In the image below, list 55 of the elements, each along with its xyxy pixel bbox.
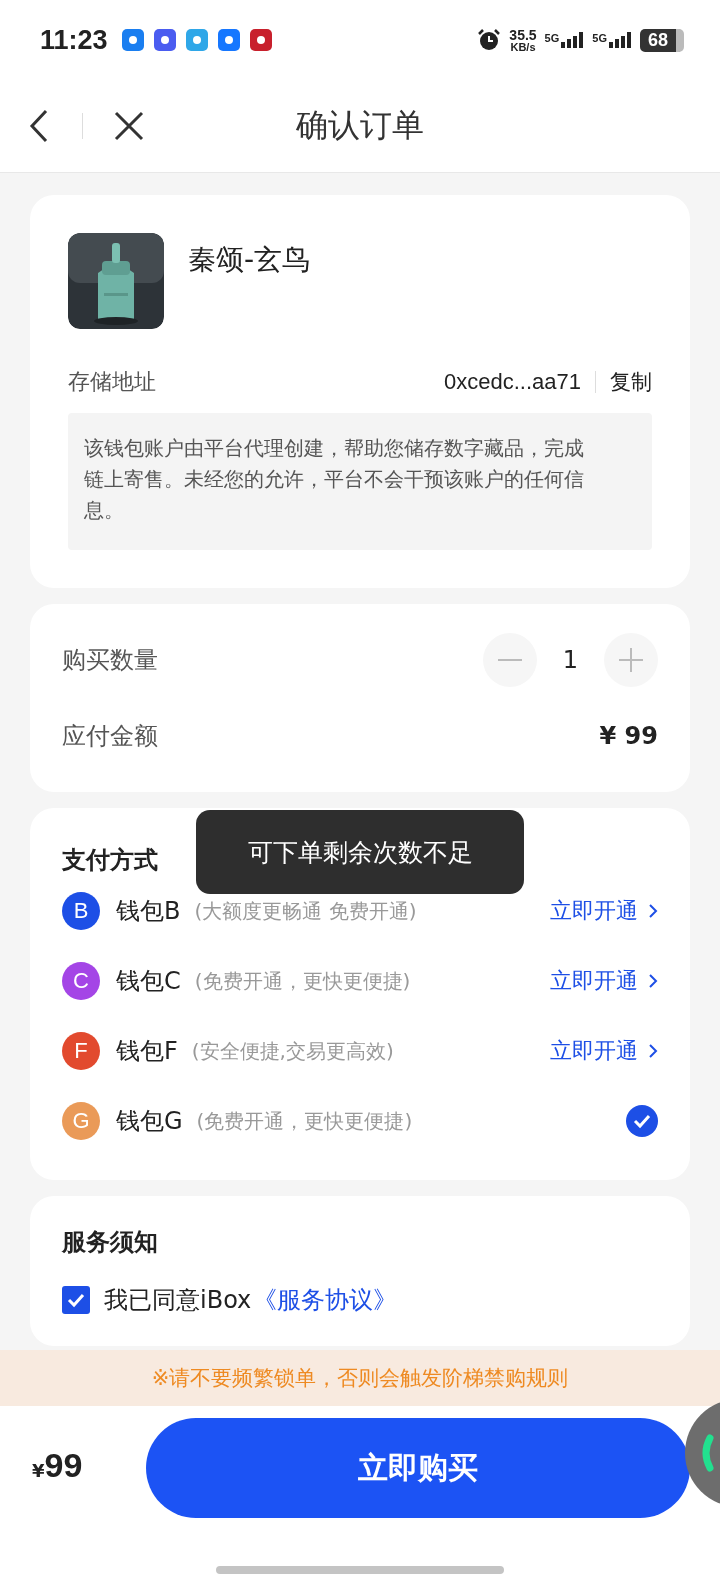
wallet-address: 0xcedc...aa71	[444, 369, 581, 395]
network-type: 5G	[544, 32, 560, 44]
toast-message: 可下单剩余次数不足	[196, 810, 524, 894]
app-notification-icon	[153, 29, 176, 51]
amount-value: ¥ 99	[599, 722, 658, 750]
wallet-name: 钱包G	[116, 1106, 183, 1137]
currency-symbol: ¥	[32, 1460, 45, 1481]
amount-label: 应付金额	[62, 721, 158, 752]
wallet-note: 该钱包账户由平台代理创建，帮助您储存数字藏品，完成链上寄售。未经您的允许，平台不会干预该账户的任何信息。	[68, 413, 652, 550]
signal-icon	[607, 32, 632, 48]
wallet-letter-icon: F	[62, 1032, 100, 1070]
speed-unit: KB/s	[510, 41, 536, 53]
wallet-letter-icon: G	[62, 1102, 100, 1140]
agreement-text: 我已同意iBox	[104, 1285, 252, 1316]
alarm-icon	[477, 28, 502, 52]
wallet-name: 钱包F	[116, 1036, 178, 1067]
address-label: 存储地址	[68, 368, 156, 396]
section-title: 支付方式	[62, 845, 158, 876]
wallet-letter-icon: C	[62, 962, 100, 1000]
chevron-right-icon	[648, 973, 658, 989]
battery-indicator: 68	[639, 28, 684, 52]
warning-banner: ※请不要频繁锁单，否则会触发阶梯禁购规则	[0, 1350, 720, 1406]
app-notification-icon	[217, 29, 240, 51]
copy-link[interactable]: 复制	[610, 368, 652, 396]
wallet-letter-icon: B	[62, 892, 100, 930]
app-notification-icon	[121, 29, 144, 51]
total-price: 99	[44, 1446, 83, 1485]
clock-time: 11:23	[40, 24, 108, 56]
wallet-hint: (免费开通，更快更便捷)	[196, 1107, 413, 1135]
buy-now-button[interactable]: 立即购买	[146, 1418, 690, 1518]
activate-link[interactable]: 立即开通	[550, 1036, 658, 1066]
chevron-right-icon	[648, 1043, 658, 1059]
wallet-hint: (安全便捷,交易更高效)	[191, 1037, 394, 1065]
quantity-value: 1	[562, 646, 578, 674]
activate-link[interactable]: 立即开通	[550, 966, 658, 996]
minus-icon	[496, 659, 523, 661]
app-notification-icon	[185, 29, 208, 51]
activate-link[interactable]: 立即开通	[550, 896, 658, 926]
agreement-link[interactable]: 《服务协议》	[253, 1284, 398, 1316]
network-type: 5G	[592, 32, 607, 44]
wallet-name: 钱包B	[116, 896, 181, 927]
checkbox[interactable]	[62, 1286, 90, 1314]
product-name: 秦颂-玄鸟	[188, 242, 311, 278]
chevron-right-icon	[648, 903, 658, 919]
network-speed: 35.5	[509, 27, 537, 42]
wallet-hint: (免费开通，更快更便捷)	[194, 967, 411, 995]
section-title: 服务须知	[62, 1227, 158, 1258]
wallet-name: 钱包C	[116, 966, 181, 997]
page-title: 确认订单	[295, 105, 425, 146]
plus-icon	[618, 647, 644, 673]
app-notification-icon	[249, 29, 272, 51]
close-icon	[113, 110, 145, 142]
signal-icon	[560, 32, 585, 48]
quantity-label: 购买数量	[62, 645, 158, 676]
wallet-hint: (大额度更畅通 免费开通)	[194, 897, 417, 925]
